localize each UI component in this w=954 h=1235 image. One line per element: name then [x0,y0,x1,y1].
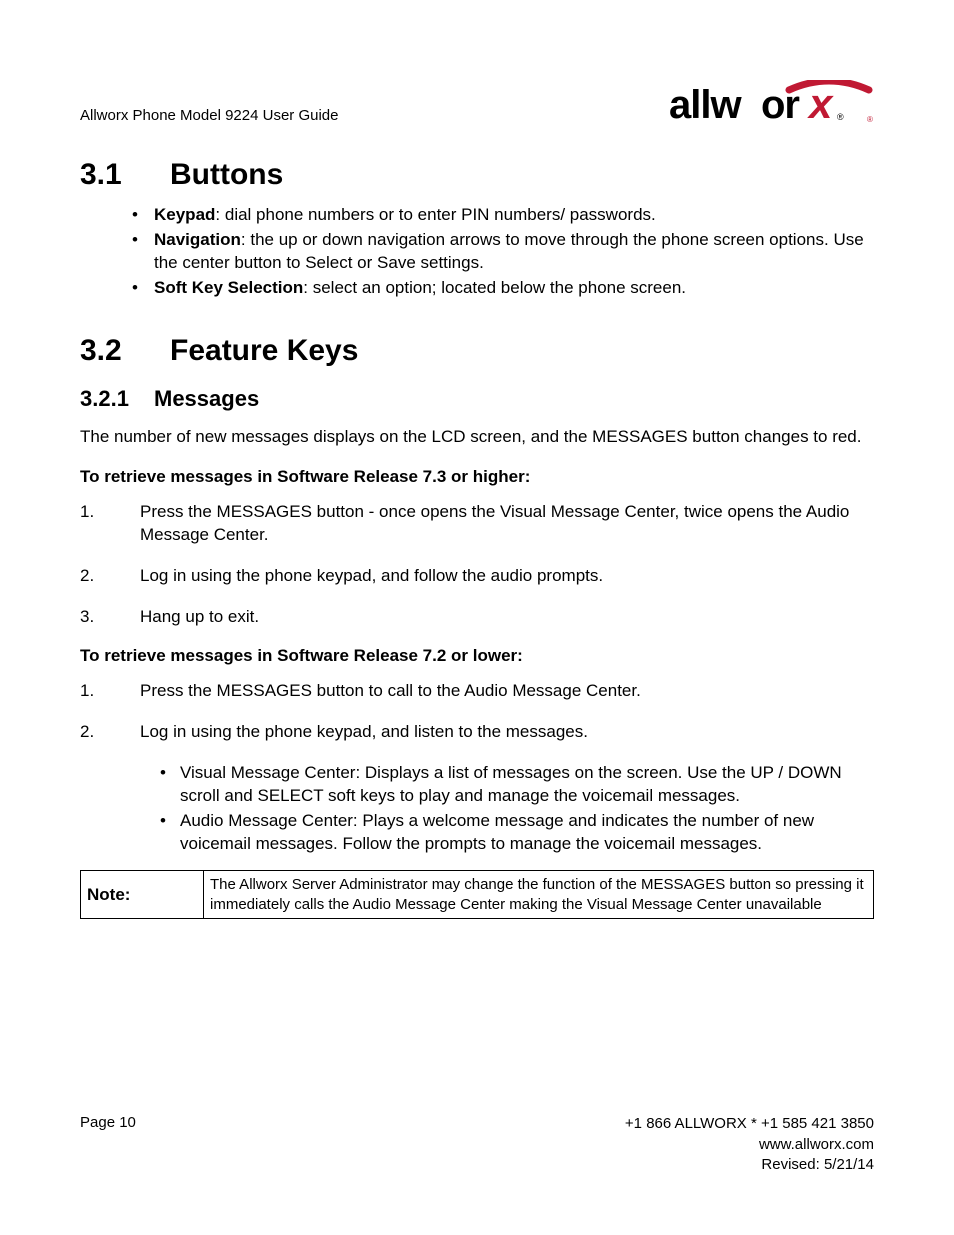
list-item: 1. Press the MESSAGES button - once opens… [80,501,874,547]
step-text: Press the MESSAGES button - once opens t… [140,502,849,544]
footer-contact: +1 866 ALLWORX * +1 585 421 3850 www.all… [625,1114,874,1175]
list-item: Soft Key Selection: select an option; lo… [128,277,874,300]
footer-phone: +1 866 ALLWORX * +1 585 421 3850 [625,1114,874,1134]
buttons-bullet-list: Keypad: dial phone numbers or to enter P… [128,204,874,300]
list-item: Keypad: dial phone numbers or to enter P… [128,204,874,227]
messages-intro: The number of new messages displays on t… [80,426,874,449]
list-item: 3. Hang up to exit. [80,606,874,629]
step-text: Log in using the phone keypad, and liste… [140,722,588,741]
step-text: Press the MESSAGES button to call to the… [140,681,641,700]
step-number: 3. [80,606,94,629]
note-table: Note: The Allworx Server Administrator m… [80,870,874,919]
list-item: 2. Log in using the phone keypad, and fol… [80,565,874,588]
footer-page-number: Page 10 [80,1114,136,1131]
note-label: Note: [81,871,204,919]
note-text: The Allworx Server Administrator may cha… [204,871,874,919]
steps-73-list: 1. Press the MESSAGES button - once opens… [80,501,874,629]
heading-3-2-1: 3.2.1 Messages [80,386,874,412]
heading-text: Feature Keys [170,334,358,368]
svg-text:®: ® [837,112,844,122]
step-number: 2. [80,565,94,588]
step-text: Log in using the phone keypad, and follo… [140,566,603,585]
svg-text:allw: allw [669,83,742,124]
heading-text: Buttons [170,158,283,192]
list-item: 1. Press the MESSAGES button to call to t… [80,680,874,703]
page-footer: Page 10 +1 866 ALLWORX * +1 585 421 3850… [80,1114,874,1175]
footer-revised: Revised: 5/21/14 [625,1155,874,1175]
retrieve-73-heading: To retrieve messages in Software Release… [80,467,874,487]
step-number: 1. [80,680,94,703]
footer-url: www.allworx.com [625,1135,874,1155]
allworx-logo: allw or x ® ® [669,80,874,124]
heading-number: 3.1 [80,158,170,192]
list-item: Navigation: the up or down navigation ar… [128,229,874,275]
term-navigation-desc: : the up or down navigation arrows to mo… [154,230,864,272]
term-keypad-desc: : dial phone numbers or to enter PIN num… [215,205,655,224]
message-centers-list: Visual Message Center: Displays a list o… [158,762,874,856]
step-text: Hang up to exit. [140,607,259,626]
step-number: 1. [80,501,94,524]
heading-3-2: 3.2 Feature Keys [80,334,874,368]
term-softkey: Soft Key Selection [154,278,303,297]
step-number: 2. [80,721,94,744]
steps-72-list: 1. Press the MESSAGES button to call to t… [80,680,874,744]
heading-number: 3.2 [80,334,170,368]
svg-text:or: or [761,83,799,124]
svg-text:x: x [807,80,834,124]
term-keypad: Keypad [154,205,215,224]
document-page: Allworx Phone Model 9224 User Guide allw… [0,0,954,1235]
list-item: 2. Log in using the phone keypad, and lis… [80,721,874,744]
heading-text: Messages [154,386,259,412]
svg-text:®: ® [867,115,873,124]
term-softkey-desc: : select an option; located below the ph… [303,278,686,297]
page-header: Allworx Phone Model 9224 User Guide allw… [80,80,874,124]
list-item: Audio Message Center: Plays a welcome me… [158,810,874,856]
retrieve-72-heading: To retrieve messages in Software Release… [80,646,874,666]
term-navigation: Navigation [154,230,241,249]
heading-number: 3.2.1 [80,386,154,412]
heading-3-1: 3.1 Buttons [80,158,874,192]
list-item: Visual Message Center: Displays a list o… [158,762,874,808]
header-title: Allworx Phone Model 9224 User Guide [80,107,338,124]
